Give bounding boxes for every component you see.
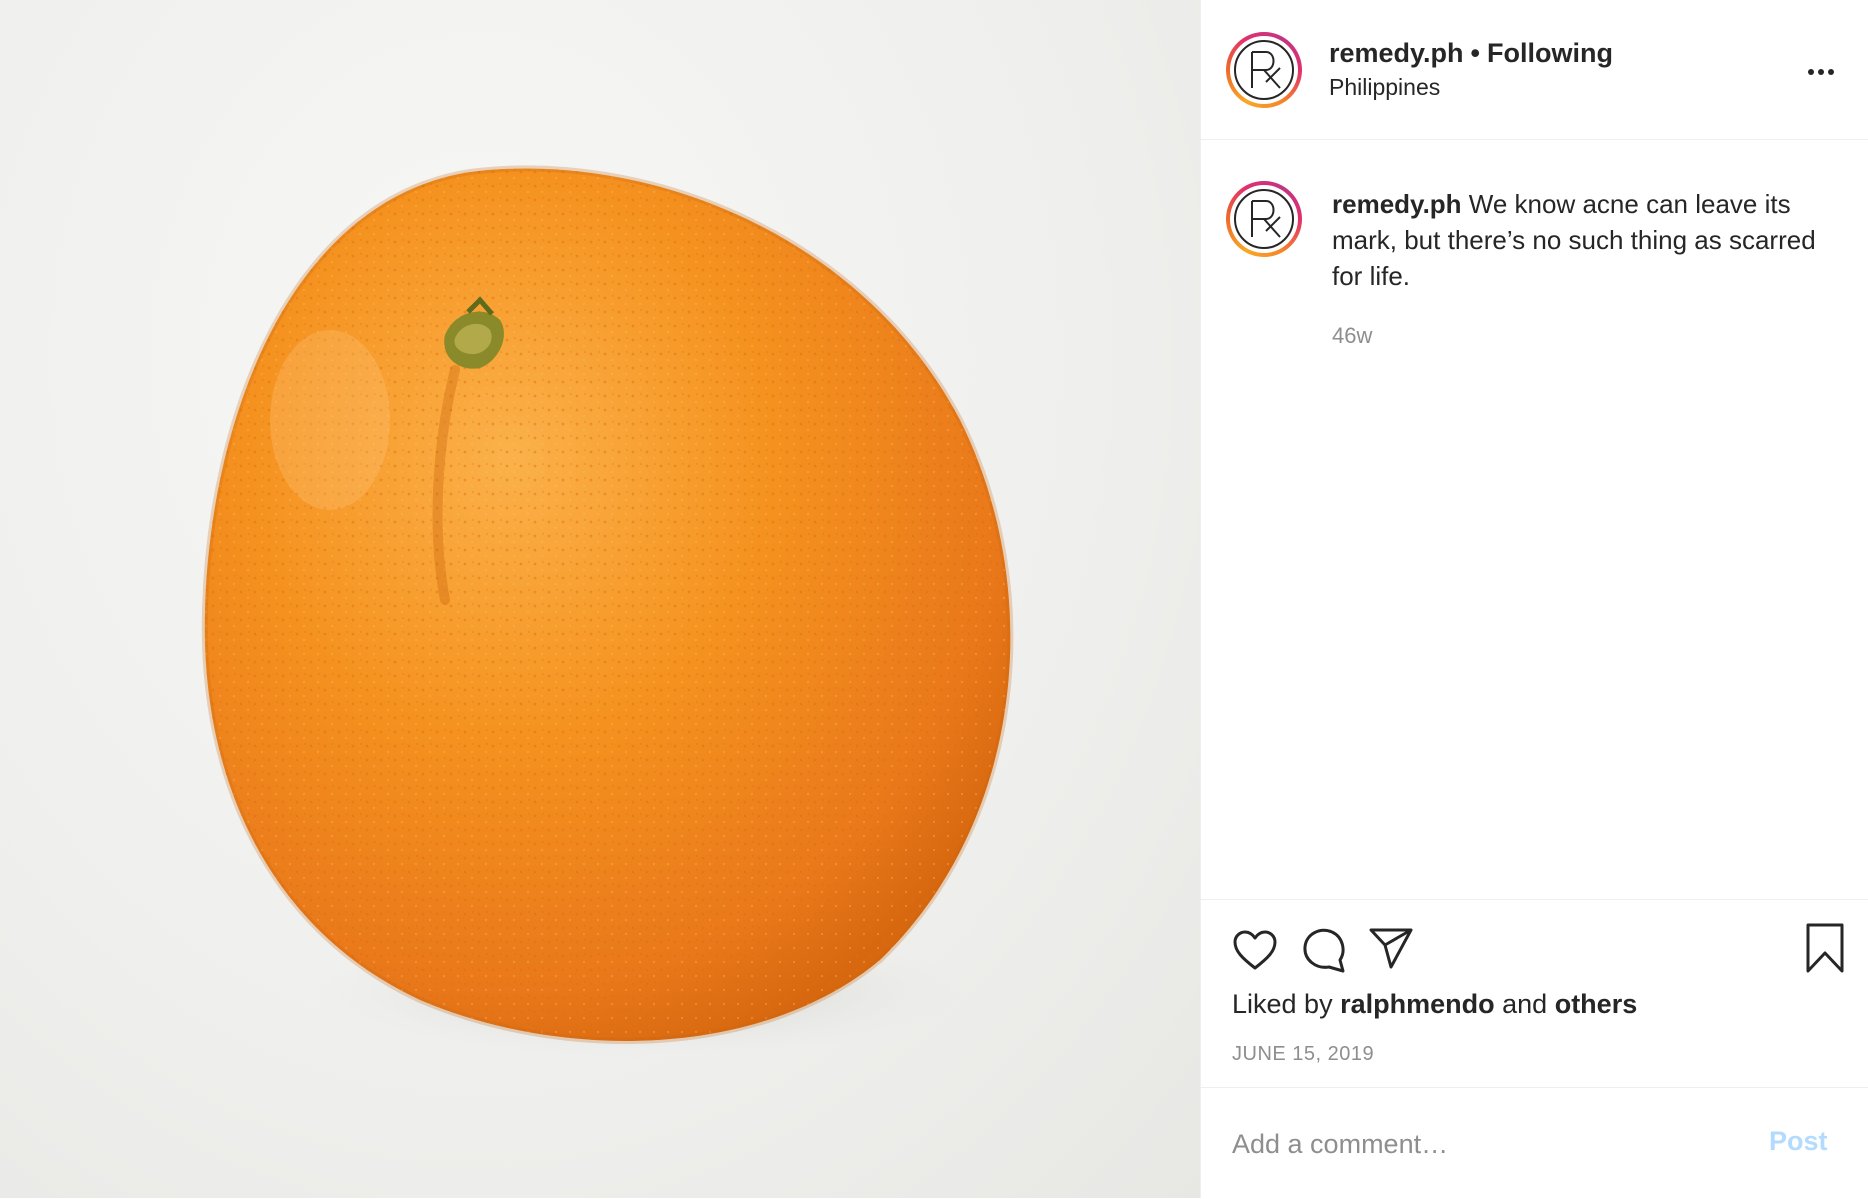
- likes-connector: and: [1502, 989, 1548, 1019]
- comment-input[interactable]: [1232, 1122, 1732, 1166]
- comment-bubble-icon[interactable]: [1301, 927, 1347, 973]
- separator-dot: •: [1470, 38, 1480, 68]
- caption-age[interactable]: 46w: [1332, 323, 1372, 349]
- bookmark-icon[interactable]: [1805, 922, 1845, 974]
- caption-avatar[interactable]: [1226, 181, 1302, 257]
- paper-plane-icon[interactable]: [1368, 927, 1414, 971]
- more-options-icon[interactable]: [1801, 52, 1841, 92]
- username-link[interactable]: remedy.ph: [1329, 38, 1464, 68]
- comment-bar: Post: [1201, 1087, 1868, 1199]
- liked-by-user[interactable]: ralphmendo: [1340, 989, 1495, 1019]
- avatar[interactable]: [1226, 32, 1302, 108]
- heart-icon[interactable]: [1232, 929, 1278, 971]
- caption-username[interactable]: remedy.ph: [1332, 189, 1462, 219]
- post-header: remedy.ph • Following Philippines: [1201, 0, 1868, 140]
- action-bar: Liked by ralphmendo and others JUNE 15, …: [1201, 899, 1868, 1090]
- likes-summary: Liked by ralphmendo and others: [1232, 989, 1637, 1020]
- post-author: remedy.ph • Following: [1329, 38, 1613, 69]
- orange-photo: [201, 165, 1014, 1060]
- post-caption: remedy.ph We know acne can leave its mar…: [1332, 186, 1842, 294]
- post-date[interactable]: JUNE 15, 2019: [1232, 1043, 1374, 1066]
- rx-logo-icon: [1234, 40, 1294, 100]
- post-comment-button[interactable]: Post: [1769, 1126, 1828, 1157]
- likes-others[interactable]: others: [1555, 989, 1638, 1019]
- following-button[interactable]: Following: [1487, 38, 1613, 68]
- post-image[interactable]: [0, 0, 1200, 1198]
- likes-prefix: Liked by: [1232, 989, 1333, 1019]
- post-details-panel: remedy.ph • Following Philippines remedy.p…: [1200, 0, 1868, 1198]
- rx-logo-icon: [1234, 189, 1294, 249]
- location-link[interactable]: Philippines: [1329, 74, 1440, 101]
